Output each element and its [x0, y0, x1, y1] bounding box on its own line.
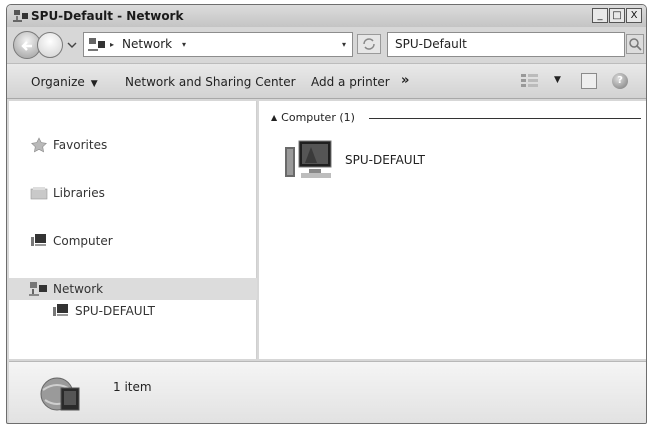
item-count: 1 item	[113, 380, 152, 394]
refresh-icon	[363, 38, 375, 50]
collapse-triangle-icon[interactable]: ▲	[271, 113, 277, 122]
nav-item-label: Computer	[53, 234, 113, 248]
network-icon	[88, 37, 106, 52]
group-header-computer[interactable]: ▲ Computer (1)	[271, 111, 355, 124]
network-globe-icon	[39, 370, 83, 416]
star-icon	[29, 137, 49, 153]
network-icon	[29, 281, 49, 297]
search-icon	[629, 38, 642, 51]
nav-item-favorites[interactable]: Favorites	[9, 134, 257, 156]
nav-item-label: SPU-DEFAULT	[75, 304, 155, 318]
refresh-button[interactable]	[357, 34, 381, 54]
close-button[interactable]: X	[626, 8, 642, 23]
breadcrumb-arrow-icon[interactable]: ▸	[110, 40, 114, 49]
chevron-down-icon	[67, 42, 77, 48]
breadcrumb-dropdown-icon[interactable]: ▾	[182, 40, 186, 49]
library-icon	[29, 185, 49, 201]
address-row: ▸ Network ▾ ▾ SPU-Default	[7, 29, 646, 61]
content-item-label: SPU-DEFAULT	[345, 153, 425, 167]
forward-button[interactable]	[37, 32, 63, 58]
network-icon	[13, 9, 29, 23]
recent-pages-button[interactable]	[67, 39, 77, 49]
title-bar[interactable]: SPU-Default - Network _ □ X	[7, 5, 646, 27]
maximize-button[interactable]: □	[609, 8, 625, 23]
network-sharing-center-button[interactable]: Network and Sharing Center	[125, 75, 296, 89]
group-header-label: Computer (1)	[281, 111, 355, 124]
content-item-spu-default[interactable]: SPU-DEFAULT	[283, 139, 483, 189]
window-title: SPU-Default - Network	[31, 9, 184, 23]
search-input[interactable]: SPU-Default	[387, 32, 625, 57]
address-bar[interactable]: ▸ Network ▾ ▾	[83, 32, 353, 57]
window-controls: _ □ X	[591, 8, 642, 24]
organize-label: Organize	[31, 75, 85, 89]
command-bar: Organize ▼ Network and Sharing Center Add…	[7, 63, 646, 99]
nav-item-label: Favorites	[53, 138, 108, 152]
computer-icon	[29, 233, 49, 249]
search-input-value: SPU-Default	[395, 37, 467, 51]
add-printer-button[interactable]: Add a printer	[311, 75, 390, 89]
preview-pane-icon[interactable]	[581, 73, 597, 89]
breadcrumb-network[interactable]: Network	[122, 37, 172, 51]
group-divider	[369, 118, 641, 119]
nav-item-network[interactable]: Network	[9, 278, 257, 300]
computer-icon	[283, 139, 335, 183]
file-list-pane: ▲ Computer (1) SPU-DEFAULT	[259, 101, 646, 359]
chevron-down-icon: ▼	[90, 79, 98, 89]
nav-item-computer[interactable]: Computer	[9, 230, 257, 252]
more-commands-button[interactable]: »	[401, 73, 409, 88]
views-dropdown-icon[interactable]: ▼	[554, 75, 561, 85]
back-arrow-icon	[21, 41, 32, 51]
address-history-dropdown-icon[interactable]: ▾	[342, 40, 346, 49]
help-icon[interactable]: ?	[612, 73, 628, 89]
details-pane: 1 item	[9, 361, 646, 423]
nav-item-libraries[interactable]: Libraries	[9, 182, 257, 204]
search-button[interactable]	[626, 34, 644, 54]
nav-item-label: Libraries	[53, 186, 105, 200]
navigation-pane: Favorites Libraries Computer Network SPU…	[9, 101, 257, 359]
nav-item-spu-default[interactable]: SPU-DEFAULT	[9, 300, 257, 322]
organize-button[interactable]: Organize ▼	[31, 75, 98, 89]
minimize-button[interactable]: _	[592, 8, 608, 23]
nav-item-label: Network	[53, 282, 104, 296]
explorer-window: SPU-Default - Network _ □ X ▸ Network ▾ …	[6, 4, 647, 424]
change-view-icon[interactable]	[520, 73, 540, 89]
computer-icon	[51, 303, 71, 319]
